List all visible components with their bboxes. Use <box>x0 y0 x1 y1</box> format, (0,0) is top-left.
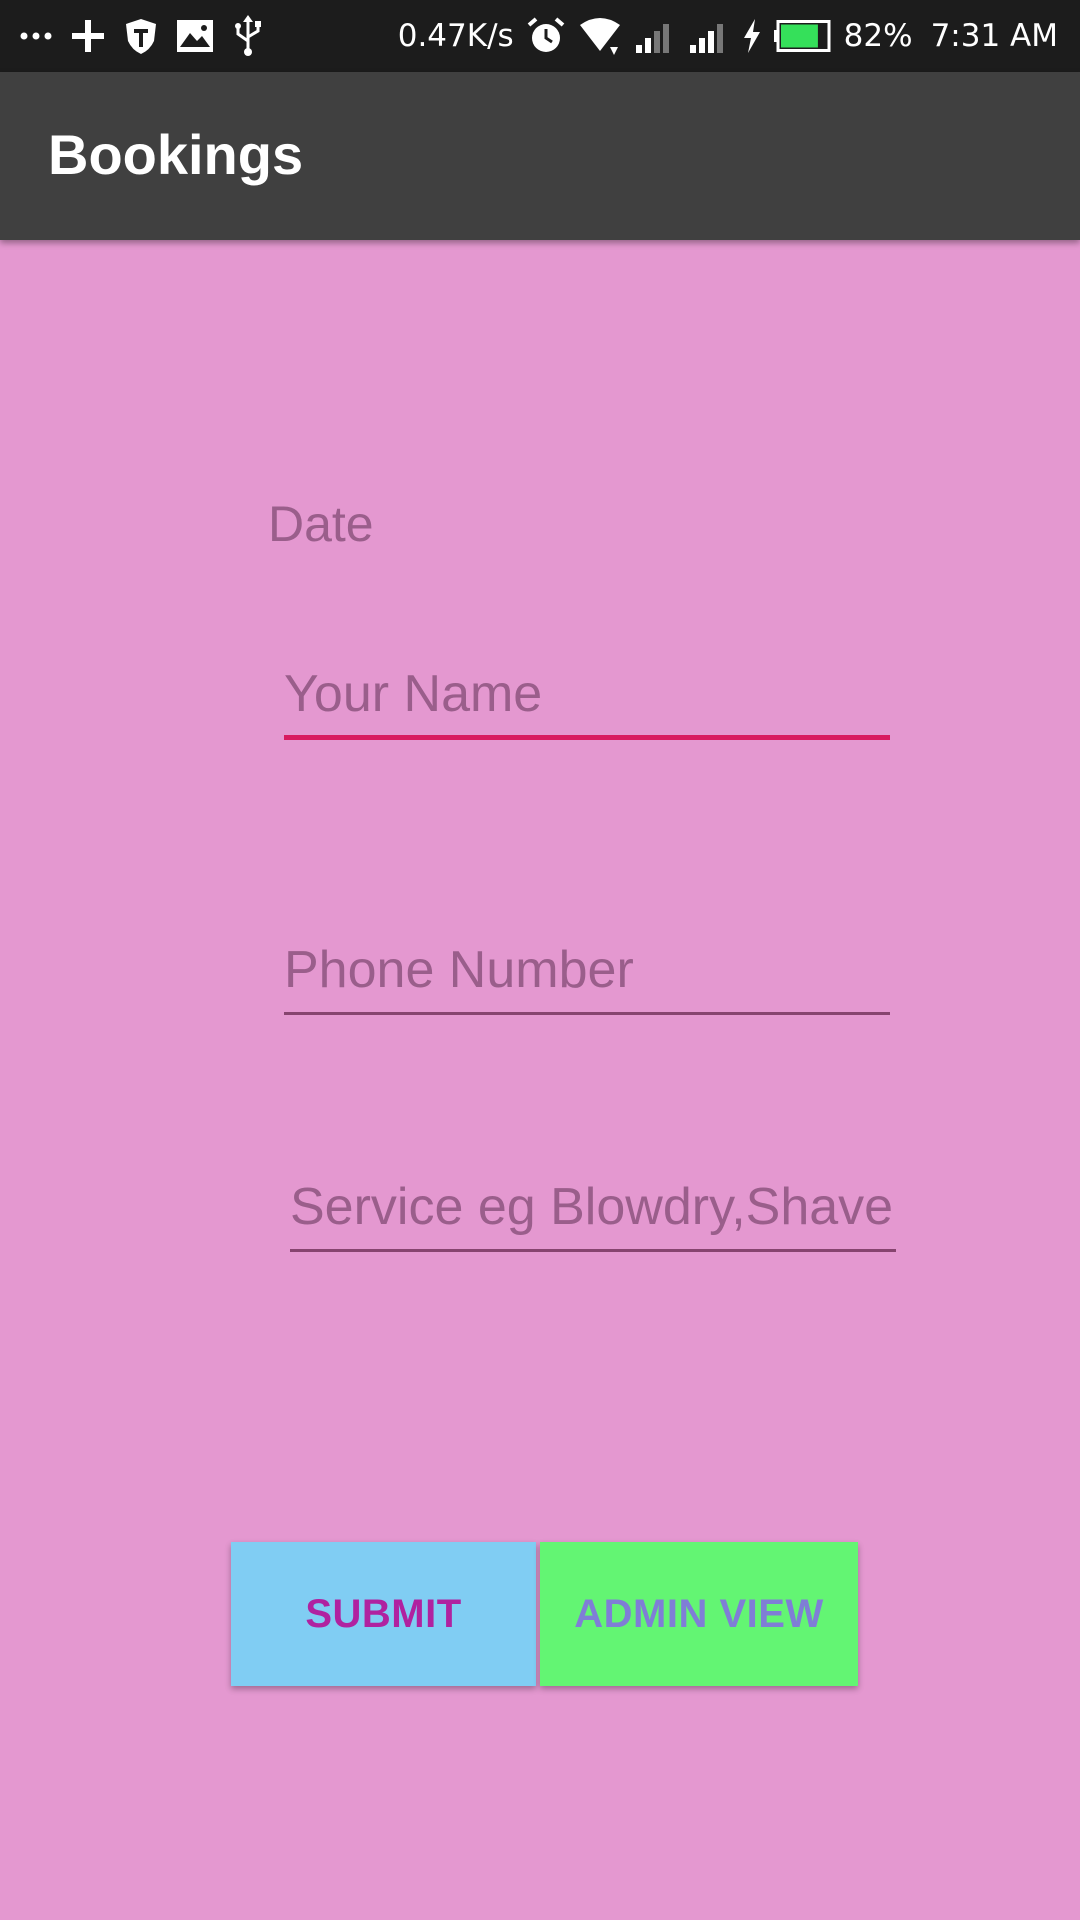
status-bar-left <box>20 0 264 72</box>
charging-icon <box>742 19 762 53</box>
battery-icon <box>773 20 832 52</box>
app-bar: Bookings <box>0 72 1080 240</box>
usb-icon <box>232 15 264 57</box>
status-bar: 0.47K/s 82% 7:31 AM <box>0 0 1080 72</box>
status-bar-right: 0.47K/s 82% 7:31 AM <box>398 0 1058 72</box>
submit-button[interactable]: SUBMIT <box>231 1542 536 1686</box>
signal-icon <box>634 19 676 53</box>
network-speed: 0.47K/s <box>397 18 514 54</box>
signal-icon <box>688 19 730 53</box>
wifi-icon <box>578 17 622 55</box>
image-icon <box>176 19 214 53</box>
more-icon <box>20 31 52 41</box>
page-title: Bookings <box>48 123 304 186</box>
plus-icon <box>70 18 106 54</box>
clock: 7:31 AM <box>930 18 1058 54</box>
date-label[interactable]: Date <box>268 495 374 553</box>
admin-view-button[interactable]: ADMIN VIEW <box>540 1542 858 1686</box>
name-field[interactable] <box>284 660 890 740</box>
service-field[interactable] <box>290 1172 896 1252</box>
battery-percent: 82% <box>843 18 913 54</box>
phone-field[interactable] <box>284 935 890 1015</box>
shield-icon <box>124 17 158 55</box>
alarm-icon <box>526 16 566 56</box>
